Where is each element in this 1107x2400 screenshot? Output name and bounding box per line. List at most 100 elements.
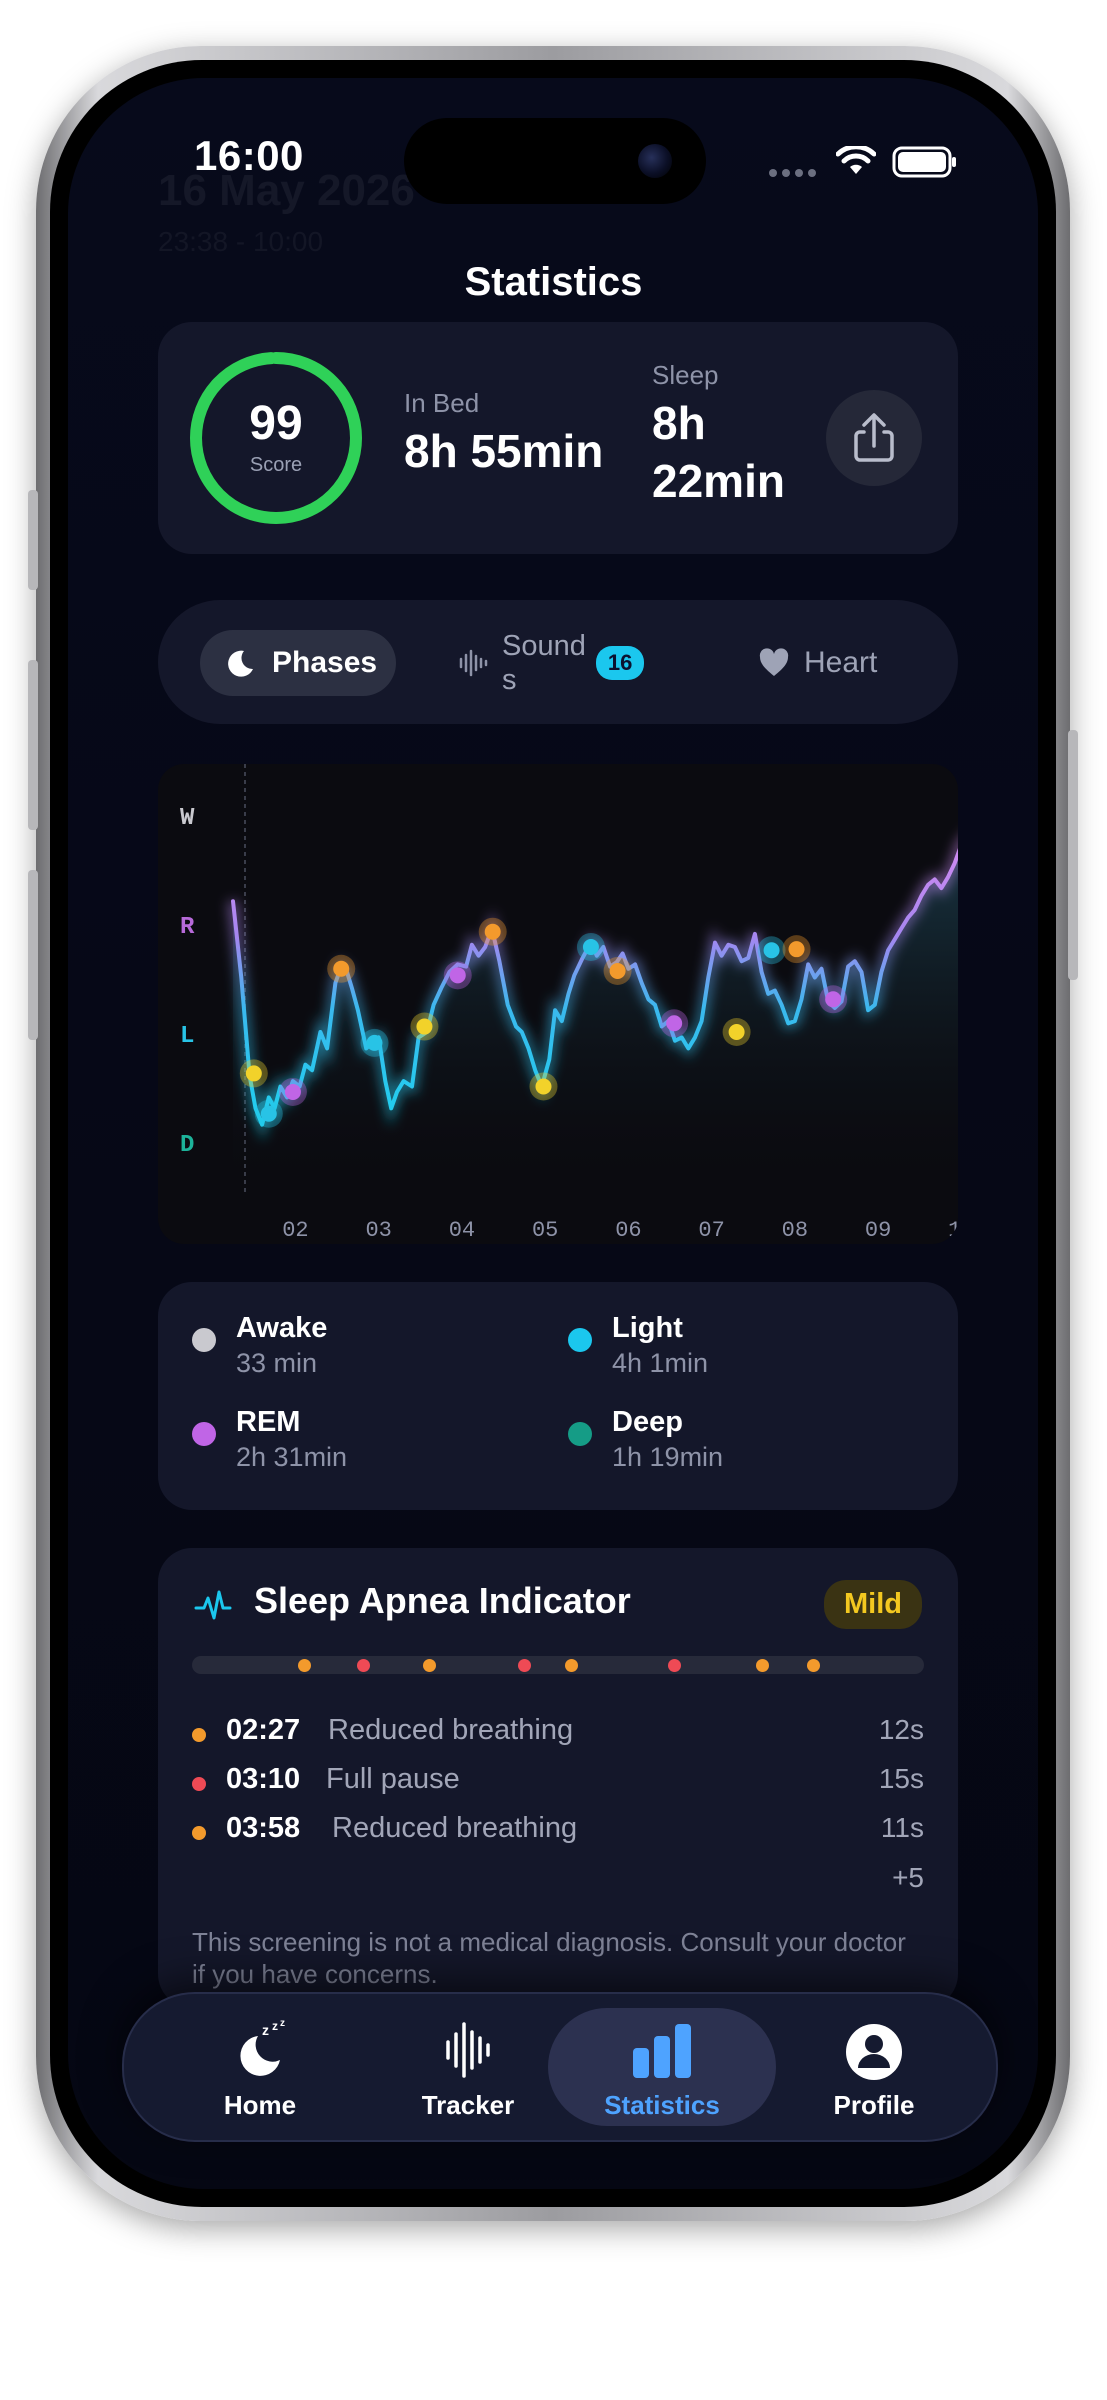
event-marker[interactable] [284,1083,301,1100]
user-circle-icon [846,2024,902,2080]
light-dot [568,1328,592,1352]
tab-heart[interactable]: Heart [758,630,928,696]
sleep-summary-card: 99 Score In Bed 8h 55min Sleep 8h 22min [158,322,958,554]
bar-chart-icon [633,2024,691,2078]
event-marker[interactable] [582,938,599,955]
sounds-count-badge: 16 [595,646,645,680]
event-description: Reduced breathing [332,1812,578,1844]
event-marker[interactable] [825,991,842,1008]
apnea-event-row: 02:27 Reduced breathing 12s [192,1714,924,1754]
event-duration: 11s [880,1812,924,1843]
event-marker[interactable] [763,942,780,959]
apnea-timeline-dot [667,1659,681,1672]
event-marker[interactable] [535,1078,552,1095]
event-marker[interactable] [366,1034,383,1051]
svg-text:z: z [280,2018,285,2029]
nav-profile[interactable]: Profile [774,2008,974,2126]
score-value: 99 [249,397,303,450]
power-button [1068,730,1078,980]
x-axis-tick: 04 [449,1218,475,1243]
sleep-value-hours: 8h [652,397,706,449]
event-marker[interactable] [260,1105,277,1122]
nav-tracker[interactable]: Tracker [368,2008,568,2126]
share-button[interactable] [826,390,922,486]
nav-home[interactable]: z z z Home [160,2008,360,2126]
sleep-value-minutes: 22min [652,455,785,507]
apnea-timeline-dot [806,1659,820,1672]
x-axis-tick: 06 [615,1218,641,1243]
tab-phases-label: Phases [272,646,378,679]
action-button [28,490,38,590]
apnea-event-row: 03:10 Full pause 15s [192,1763,924,1803]
event-duration: 12s [878,1714,924,1745]
background-date: 16 May 2026 [158,166,415,215]
tab-heart-label: Heart [804,646,878,679]
y-axis-label: W [180,805,195,832]
y-axis-label: L [180,1023,194,1050]
event-marker[interactable] [245,1065,262,1082]
legend-awake-value: 33 min [236,1348,318,1378]
event-description: Reduced breathing [328,1714,574,1746]
event-marker[interactable] [333,960,350,977]
heart-icon [759,648,789,676]
nav-tracker-label: Tracker [421,2090,515,2120]
apnea-timeline-dot [755,1659,769,1672]
sleep-apnea-card[interactable]: Sleep Apnea Indicator Mild 02:27 Reduced… [158,1548,958,2008]
apnea-timeline-dot [517,1659,531,1672]
legend-deep-value: 1h 19min [612,1442,724,1472]
severity-badge: Mild [824,1580,922,1629]
sleep-label: Sleep [652,360,719,390]
event-marker[interactable] [484,923,501,940]
more-events-count[interactable]: +5 [892,1862,924,1894]
event-marker[interactable] [728,1024,745,1040]
event-time: 03:58 [226,1812,301,1844]
x-axis-tick: 03 [365,1218,391,1243]
background-range: 23:38 - 10:00 [158,226,324,257]
svg-text:z: z [272,2019,278,2033]
event-marker[interactable] [666,1015,683,1032]
event-dot [192,1777,206,1791]
camera-icon [638,144,672,178]
event-marker[interactable] [416,1018,433,1035]
in-bed-label: In Bed [404,388,480,418]
moon-icon [228,650,253,677]
x-axis-tick: 07 [698,1218,724,1243]
apnea-timeline [192,1656,924,1674]
event-marker[interactable] [609,962,626,979]
medical-disclaimer: This screening is not a medical diagnosi… [192,1927,906,1989]
dynamic-island [404,118,706,204]
y-axis-label: D [180,1132,194,1159]
sleep-phases-chart: W R L D 02 03 04 05 06 07 08 09 10 [158,764,958,1244]
wifi-icon [835,144,877,183]
volume-down-button [28,870,38,1040]
sleep-phases-svg: W R L D 02 03 04 05 06 07 08 09 10 [180,764,958,1243]
legend-light-name: Light [612,1312,683,1344]
apnea-timeline-dot [422,1659,436,1672]
tab-phases[interactable]: Phases [200,630,396,696]
event-marker[interactable] [788,941,805,958]
tab-sounds[interactable]: Sound s 16 [458,630,658,696]
x-axis-tick: 10 [948,1218,958,1243]
waveform-icon [459,649,488,677]
volume-up-button [28,660,38,830]
event-time: 02:27 [226,1714,301,1746]
apnea-title: Sleep Apnea Indicator [254,1580,631,1621]
x-axis-tick: 09 [865,1218,891,1243]
event-marker[interactable] [449,967,466,984]
y-axis-label: R [180,914,195,941]
moon-zzz-icon: z z z [240,2018,285,2076]
apnea-timeline-dot [356,1659,370,1672]
nav-statistics-label: Statistics [604,2090,720,2120]
nav-home-label: Home [223,2090,297,2120]
tab-sounds-label: Sound [502,630,586,662]
legend-awake-name: Awake [236,1312,328,1344]
legend-light-value: 4h 1min [612,1348,709,1378]
deep-dot [568,1422,592,1446]
legend-rem-name: REM [236,1406,301,1438]
nav-statistics[interactable]: Statistics [548,2008,776,2126]
phase-legend: Awake 33 min Light 4h 1min REM 2h 31min … [158,1282,958,1510]
rem-dot [192,1422,216,1446]
battery-icon [892,146,958,183]
x-axis-tick: 05 [532,1218,558,1243]
bottom-tab-bar: z z z Home Tracker Statistics Profile [122,1992,998,2142]
